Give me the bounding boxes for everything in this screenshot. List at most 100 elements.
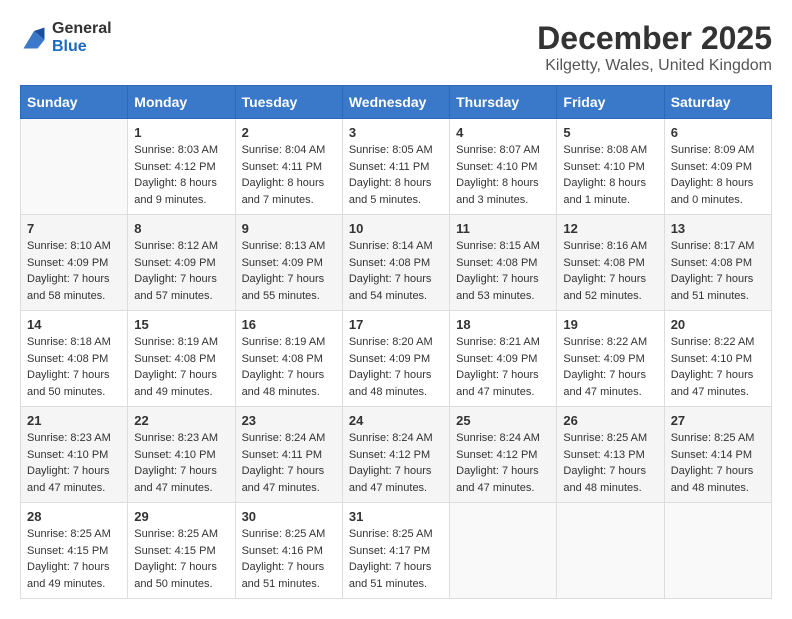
day-info: Sunrise: 8:14 AMSunset: 4:08 PMDaylight:… <box>349 238 443 304</box>
day-info: Sunrise: 8:19 AMSunset: 4:08 PMDaylight:… <box>134 334 228 400</box>
day-number: 25 <box>456 413 550 428</box>
calendar-table: SundayMondayTuesdayWednesdayThursdayFrid… <box>20 85 772 599</box>
day-info: Sunrise: 8:04 AMSunset: 4:11 PMDaylight:… <box>242 142 336 208</box>
calendar-header: SundayMondayTuesdayWednesdayThursdayFrid… <box>21 86 772 119</box>
day-of-week-header: Thursday <box>450 86 557 119</box>
calendar-cell: 18 Sunrise: 8:21 AMSunset: 4:09 PMDaylig… <box>450 311 557 407</box>
day-info: Sunrise: 8:15 AMSunset: 4:08 PMDaylight:… <box>456 238 550 304</box>
day-number: 9 <box>242 221 336 236</box>
logo-general-text: General <box>52 20 112 38</box>
calendar-cell: 28 Sunrise: 8:25 AMSunset: 4:15 PMDaylig… <box>21 503 128 599</box>
calendar-week-row: 21 Sunrise: 8:23 AMSunset: 4:10 PMDaylig… <box>21 407 772 503</box>
calendar-cell: 7 Sunrise: 8:10 AMSunset: 4:09 PMDayligh… <box>21 215 128 311</box>
day-number: 30 <box>242 509 336 524</box>
day-of-week-header: Saturday <box>664 86 771 119</box>
day-number: 6 <box>671 125 765 140</box>
day-info: Sunrise: 8:25 AMSunset: 4:15 PMDaylight:… <box>27 526 121 592</box>
day-number: 21 <box>27 413 121 428</box>
calendar-cell: 10 Sunrise: 8:14 AMSunset: 4:08 PMDaylig… <box>342 215 449 311</box>
day-of-week-header: Friday <box>557 86 664 119</box>
day-of-week-header: Wednesday <box>342 86 449 119</box>
calendar-body: 1 Sunrise: 8:03 AMSunset: 4:12 PMDayligh… <box>21 119 772 599</box>
calendar-cell: 27 Sunrise: 8:25 AMSunset: 4:14 PMDaylig… <box>664 407 771 503</box>
calendar-cell: 30 Sunrise: 8:25 AMSunset: 4:16 PMDaylig… <box>235 503 342 599</box>
day-number: 12 <box>563 221 657 236</box>
day-number: 7 <box>27 221 121 236</box>
logo-blue-text: Blue <box>52 38 112 56</box>
calendar-cell: 16 Sunrise: 8:19 AMSunset: 4:08 PMDaylig… <box>235 311 342 407</box>
day-info: Sunrise: 8:08 AMSunset: 4:10 PMDaylight:… <box>563 142 657 208</box>
day-number: 14 <box>27 317 121 332</box>
day-info: Sunrise: 8:19 AMSunset: 4:08 PMDaylight:… <box>242 334 336 400</box>
day-number: 20 <box>671 317 765 332</box>
calendar-cell: 21 Sunrise: 8:23 AMSunset: 4:10 PMDaylig… <box>21 407 128 503</box>
day-info: Sunrise: 8:09 AMSunset: 4:09 PMDaylight:… <box>671 142 765 208</box>
day-number: 3 <box>349 125 443 140</box>
calendar-cell: 6 Sunrise: 8:09 AMSunset: 4:09 PMDayligh… <box>664 119 771 215</box>
day-info: Sunrise: 8:24 AMSunset: 4:12 PMDaylight:… <box>456 430 550 496</box>
day-number: 26 <box>563 413 657 428</box>
day-info: Sunrise: 8:05 AMSunset: 4:11 PMDaylight:… <box>349 142 443 208</box>
day-info: Sunrise: 8:18 AMSunset: 4:08 PMDaylight:… <box>27 334 121 400</box>
day-number: 4 <box>456 125 550 140</box>
days-of-week-row: SundayMondayTuesdayWednesdayThursdayFrid… <box>21 86 772 119</box>
day-number: 11 <box>456 221 550 236</box>
calendar-cell: 29 Sunrise: 8:25 AMSunset: 4:15 PMDaylig… <box>128 503 235 599</box>
day-info: Sunrise: 8:17 AMSunset: 4:08 PMDaylight:… <box>671 238 765 304</box>
day-info: Sunrise: 8:23 AMSunset: 4:10 PMDaylight:… <box>27 430 121 496</box>
calendar-cell: 20 Sunrise: 8:22 AMSunset: 4:10 PMDaylig… <box>664 311 771 407</box>
calendar-cell: 4 Sunrise: 8:07 AMSunset: 4:10 PMDayligh… <box>450 119 557 215</box>
day-info: Sunrise: 8:22 AMSunset: 4:09 PMDaylight:… <box>563 334 657 400</box>
day-number: 2 <box>242 125 336 140</box>
calendar-cell: 8 Sunrise: 8:12 AMSunset: 4:09 PMDayligh… <box>128 215 235 311</box>
day-info: Sunrise: 8:20 AMSunset: 4:09 PMDaylight:… <box>349 334 443 400</box>
day-info: Sunrise: 8:25 AMSunset: 4:16 PMDaylight:… <box>242 526 336 592</box>
calendar-cell: 11 Sunrise: 8:15 AMSunset: 4:08 PMDaylig… <box>450 215 557 311</box>
day-number: 27 <box>671 413 765 428</box>
calendar-cell: 9 Sunrise: 8:13 AMSunset: 4:09 PMDayligh… <box>235 215 342 311</box>
title-section: December 2025 Kilgetty, Wales, United Ki… <box>537 20 772 75</box>
calendar-cell: 3 Sunrise: 8:05 AMSunset: 4:11 PMDayligh… <box>342 119 449 215</box>
day-number: 22 <box>134 413 228 428</box>
calendar-cell <box>664 503 771 599</box>
day-number: 24 <box>349 413 443 428</box>
calendar-cell: 2 Sunrise: 8:04 AMSunset: 4:11 PMDayligh… <box>235 119 342 215</box>
day-info: Sunrise: 8:07 AMSunset: 4:10 PMDaylight:… <box>456 142 550 208</box>
calendar-cell: 15 Sunrise: 8:19 AMSunset: 4:08 PMDaylig… <box>128 311 235 407</box>
page-header: General Blue December 2025 Kilgetty, Wal… <box>20 20 772 75</box>
logo-icon <box>20 24 48 52</box>
day-number: 10 <box>349 221 443 236</box>
calendar-week-row: 7 Sunrise: 8:10 AMSunset: 4:09 PMDayligh… <box>21 215 772 311</box>
calendar-cell: 24 Sunrise: 8:24 AMSunset: 4:12 PMDaylig… <box>342 407 449 503</box>
month-title: December 2025 <box>537 20 772 57</box>
day-number: 29 <box>134 509 228 524</box>
day-number: 18 <box>456 317 550 332</box>
calendar-cell <box>557 503 664 599</box>
day-number: 31 <box>349 509 443 524</box>
day-number: 23 <box>242 413 336 428</box>
day-info: Sunrise: 8:24 AMSunset: 4:12 PMDaylight:… <box>349 430 443 496</box>
calendar-cell <box>21 119 128 215</box>
day-info: Sunrise: 8:03 AMSunset: 4:12 PMDaylight:… <box>134 142 228 208</box>
day-info: Sunrise: 8:22 AMSunset: 4:10 PMDaylight:… <box>671 334 765 400</box>
day-info: Sunrise: 8:23 AMSunset: 4:10 PMDaylight:… <box>134 430 228 496</box>
day-number: 13 <box>671 221 765 236</box>
day-number: 19 <box>563 317 657 332</box>
calendar-week-row: 1 Sunrise: 8:03 AMSunset: 4:12 PMDayligh… <box>21 119 772 215</box>
day-info: Sunrise: 8:10 AMSunset: 4:09 PMDaylight:… <box>27 238 121 304</box>
calendar-cell: 13 Sunrise: 8:17 AMSunset: 4:08 PMDaylig… <box>664 215 771 311</box>
logo-text: General Blue <box>52 20 112 55</box>
day-info: Sunrise: 8:12 AMSunset: 4:09 PMDaylight:… <box>134 238 228 304</box>
day-info: Sunrise: 8:24 AMSunset: 4:11 PMDaylight:… <box>242 430 336 496</box>
logo: General Blue <box>20 20 112 55</box>
location-text: Kilgetty, Wales, United Kingdom <box>537 57 772 75</box>
calendar-cell: 12 Sunrise: 8:16 AMSunset: 4:08 PMDaylig… <box>557 215 664 311</box>
day-info: Sunrise: 8:25 AMSunset: 4:15 PMDaylight:… <box>134 526 228 592</box>
calendar-cell: 17 Sunrise: 8:20 AMSunset: 4:09 PMDaylig… <box>342 311 449 407</box>
calendar-cell: 22 Sunrise: 8:23 AMSunset: 4:10 PMDaylig… <box>128 407 235 503</box>
calendar-cell: 5 Sunrise: 8:08 AMSunset: 4:10 PMDayligh… <box>557 119 664 215</box>
day-of-week-header: Sunday <box>21 86 128 119</box>
day-info: Sunrise: 8:25 AMSunset: 4:17 PMDaylight:… <box>349 526 443 592</box>
calendar-cell: 31 Sunrise: 8:25 AMSunset: 4:17 PMDaylig… <box>342 503 449 599</box>
day-number: 8 <box>134 221 228 236</box>
